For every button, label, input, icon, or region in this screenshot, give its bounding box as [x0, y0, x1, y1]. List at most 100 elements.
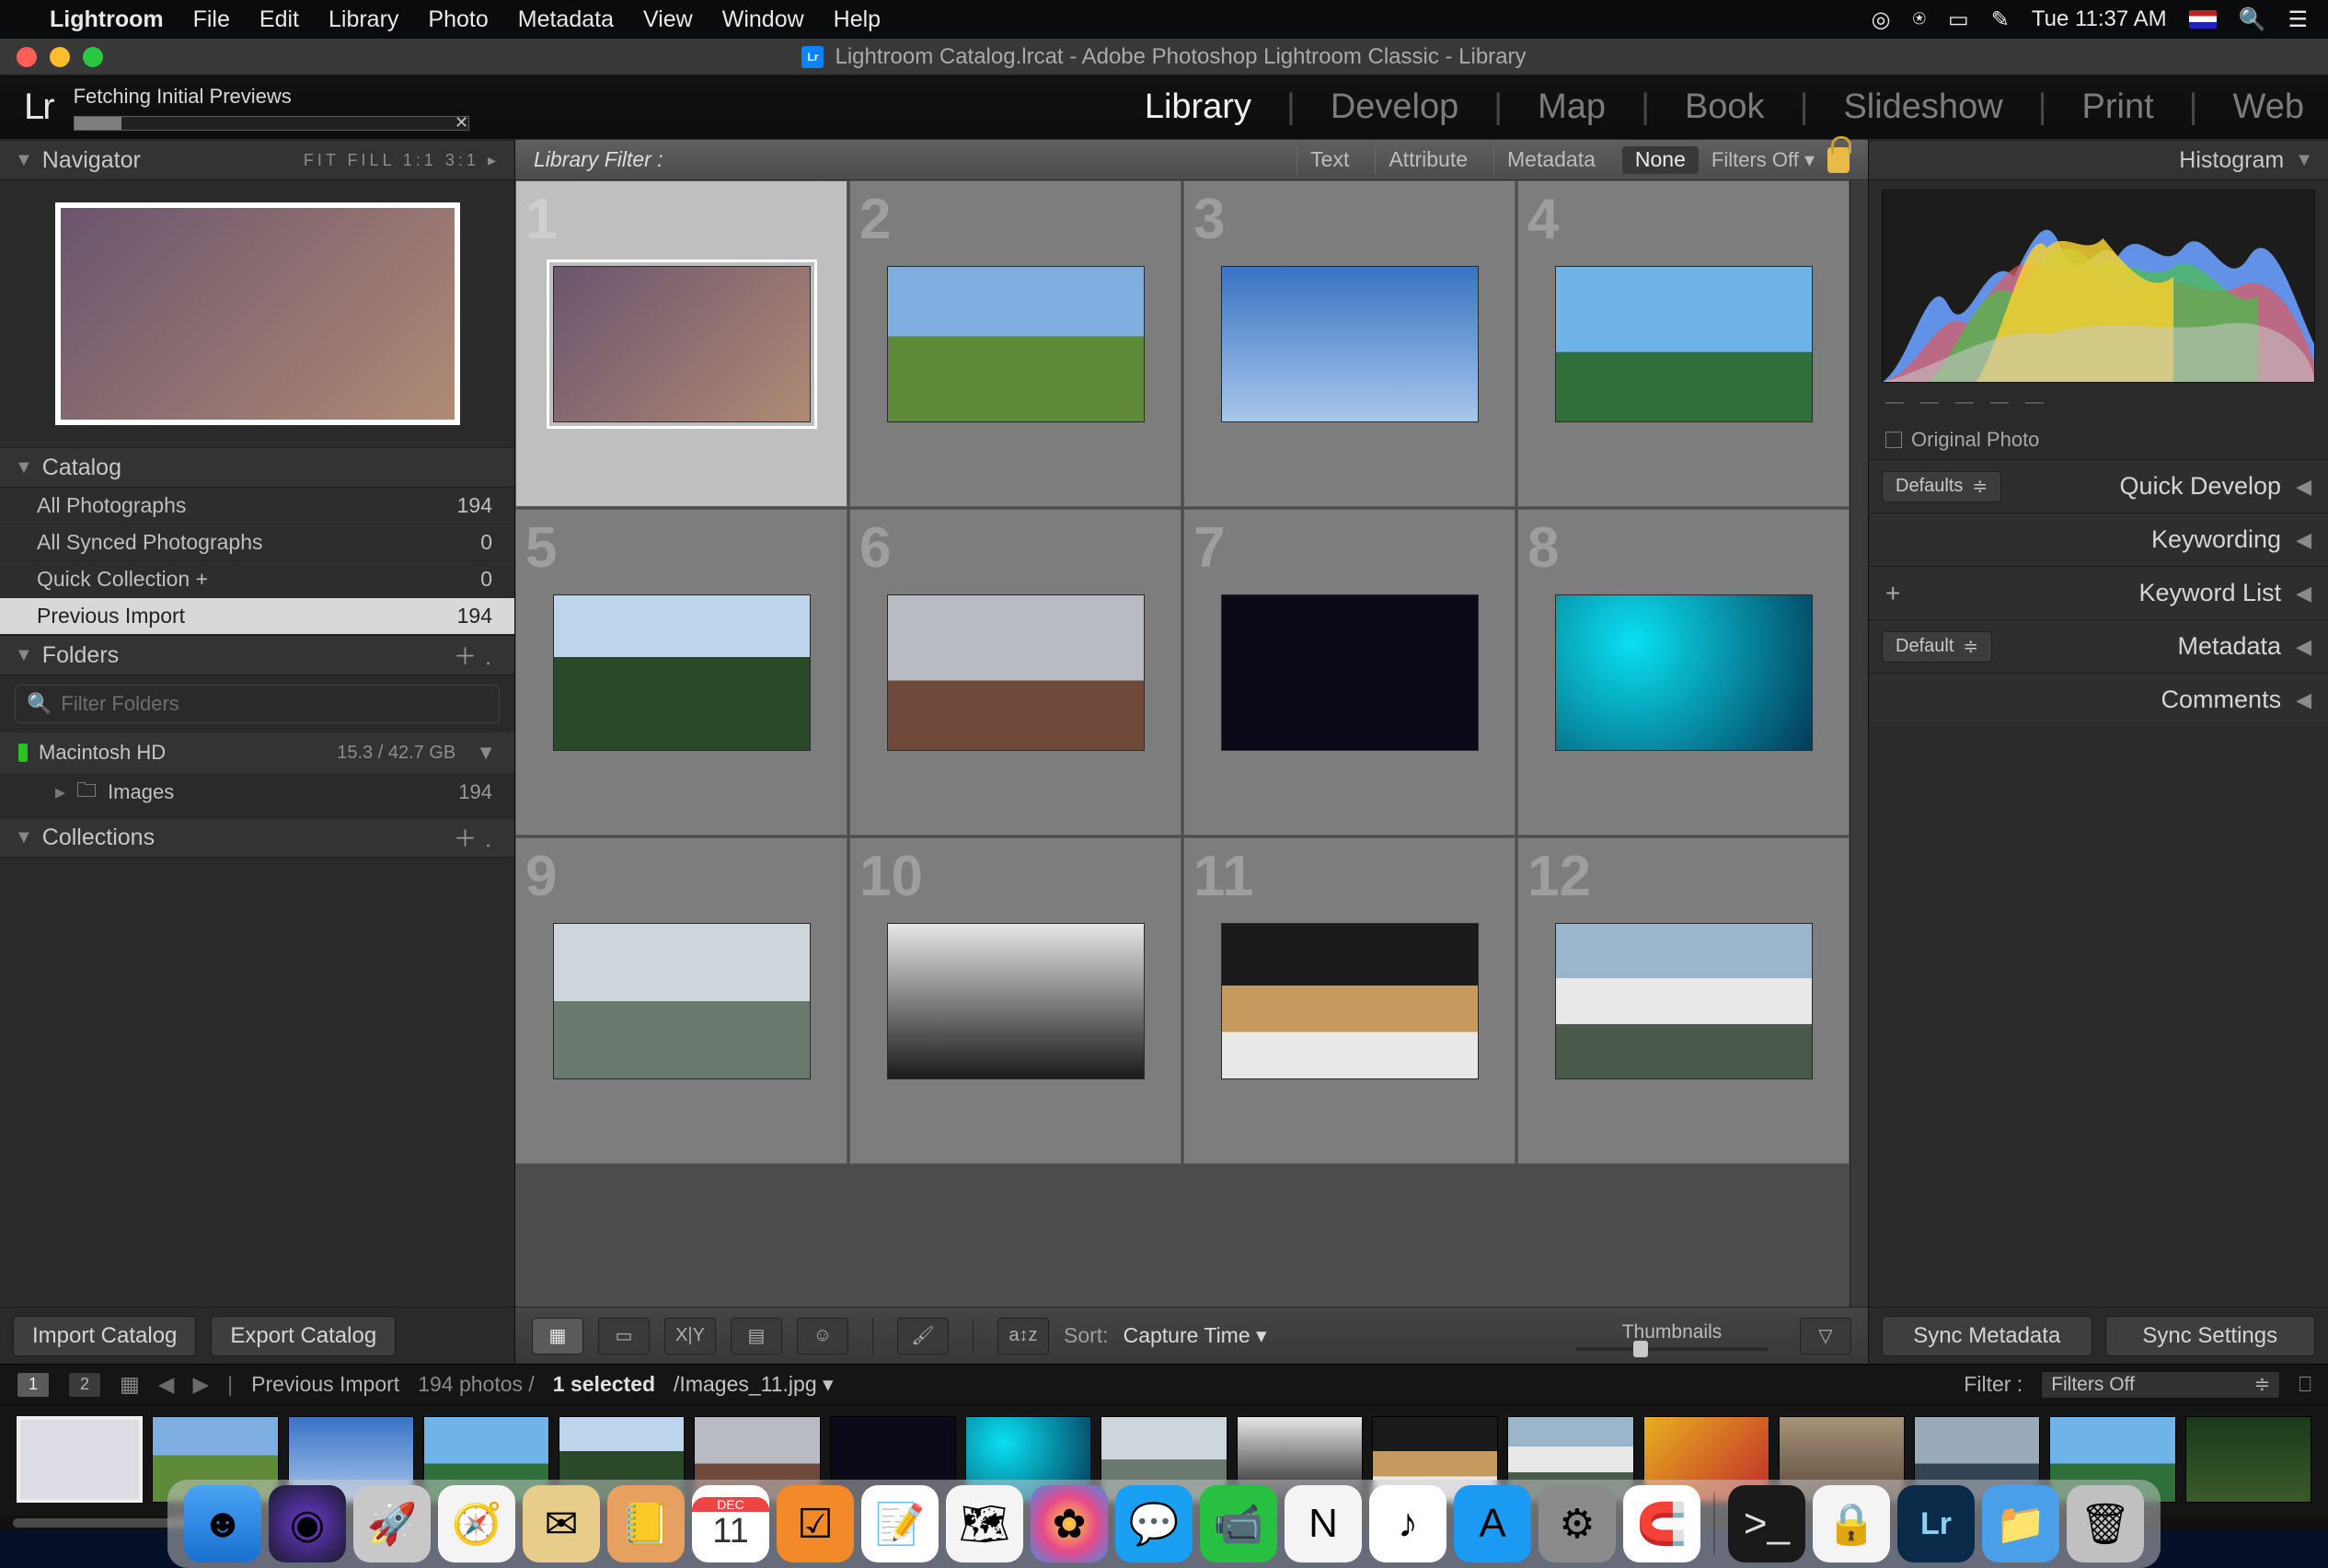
grid-mode-icon[interactable]: ▦: [120, 1372, 140, 1397]
comments-header[interactable]: Comments◀: [1869, 673, 2328, 726]
module-slideshow[interactable]: Slideshow: [1843, 87, 2002, 127]
thumbnail[interactable]: [887, 266, 1145, 422]
monitor-2-button[interactable]: 2: [68, 1372, 101, 1398]
navigator-zoom-options[interactable]: FIT FILL 1:1 3:1 ▸: [304, 151, 500, 170]
menu-library[interactable]: Library: [328, 6, 398, 33]
thumbnail[interactable]: [1221, 594, 1479, 751]
folders-header[interactable]: ▼ Folders ＋﹒: [0, 635, 514, 675]
dock-facetime-icon[interactable]: 📹: [1200, 1485, 1277, 1562]
dock-messages-icon[interactable]: 💬: [1115, 1485, 1193, 1562]
dock-trash-icon[interactable]: 🗑: [2067, 1485, 2144, 1562]
breadcrumb-filename[interactable]: /Images_11.jpg ▾: [674, 1372, 834, 1397]
thumbnail[interactable]: [1221, 266, 1479, 422]
dock-calendar-icon[interactable]: DEC 11: [692, 1485, 769, 1562]
grid-cell[interactable]: 9: [515, 837, 847, 1164]
add-keyword-icon[interactable]: +: [1885, 579, 1900, 608]
navigator-preview[interactable]: [55, 202, 460, 425]
grid-cell[interactable]: 2: [849, 180, 1181, 507]
module-develop[interactable]: Develop: [1331, 87, 1458, 127]
menu-view[interactable]: View: [643, 6, 693, 33]
thumbnail[interactable]: [1221, 923, 1479, 1079]
dock-downloads-icon[interactable]: 📁: [1982, 1485, 2059, 1562]
dock-photos-icon[interactable]: ✿: [1031, 1485, 1108, 1562]
menu-edit[interactable]: Edit: [259, 6, 299, 33]
nav-back-icon[interactable]: ◀: [158, 1372, 175, 1397]
thumbnail[interactable]: [553, 923, 811, 1079]
sync-metadata-button[interactable]: Sync Metadata: [1882, 1316, 2092, 1356]
grid-cell[interactable]: 8: [1517, 509, 1850, 836]
grid-view[interactable]: 1 2 3 4 5 6 7 8 9 10 11 12: [515, 180, 1850, 1307]
menu-help[interactable]: Help: [834, 6, 881, 33]
filter-lock-icon[interactable]: [1827, 147, 1850, 173]
catalog-row-all[interactable]: All Photographs 194: [0, 488, 514, 525]
thumbnail[interactable]: [887, 594, 1145, 751]
grid-scrollbar[interactable]: [1850, 180, 1868, 1307]
histogram-display[interactable]: [1882, 190, 2315, 383]
keyword-list-header[interactable]: + Keyword List◀: [1869, 566, 2328, 619]
add-collection-icon[interactable]: ＋﹒: [454, 821, 500, 854]
quick-develop-header[interactable]: Defaults≑ Quick Develop◀: [1869, 459, 2328, 513]
dock-maps-icon[interactable]: 🗺: [946, 1485, 1023, 1562]
status-icon[interactable]: ⍟: [1913, 6, 1926, 32]
sync-settings-button[interactable]: Sync Settings: [2105, 1316, 2316, 1356]
filter-none[interactable]: None: [1621, 146, 1699, 174]
sort-dropdown[interactable]: Capture Time ▾: [1124, 1323, 1267, 1348]
app-menu[interactable]: Lightroom: [50, 6, 164, 33]
menu-file[interactable]: File: [193, 6, 230, 33]
filmstrip-thumb[interactable]: [17, 1416, 143, 1503]
breadcrumb-source[interactable]: Previous Import: [251, 1372, 399, 1397]
tablet-icon[interactable]: ✎: [1991, 6, 2010, 33]
view-loupe-button[interactable]: ▭: [598, 1318, 650, 1355]
window-close-button[interactable]: [17, 47, 37, 67]
dock-finder-icon[interactable]: ☻: [184, 1485, 261, 1562]
grid-cell[interactable]: 6: [849, 509, 1181, 836]
dock-itunes-icon[interactable]: ♪: [1369, 1485, 1446, 1562]
dock-1password-icon[interactable]: 🔒: [1813, 1485, 1890, 1562]
grid-cell[interactable]: 1: [515, 180, 847, 507]
filmstrip-filter-lock-icon[interactable]: ⎕: [2299, 1372, 2311, 1397]
metadata-preset-dropdown[interactable]: Default≑: [1882, 631, 1992, 663]
toolbar-options-button[interactable]: ▽: [1800, 1318, 1851, 1355]
filmstrip-thumb[interactable]: [2185, 1416, 2311, 1503]
collections-header[interactable]: ▼ Collections ＋﹒: [0, 817, 514, 858]
view-compare-button[interactable]: X|Y: [664, 1318, 716, 1355]
catalog-row-quick[interactable]: Quick Collection + 0: [0, 561, 514, 598]
filter-attribute[interactable]: Attribute: [1375, 146, 1481, 174]
module-map[interactable]: Map: [1538, 87, 1606, 127]
dock-magnet-icon[interactable]: 🧲: [1623, 1485, 1700, 1562]
grid-cell[interactable]: 3: [1183, 180, 1516, 507]
dock-terminal-icon[interactable]: >_: [1728, 1485, 1805, 1562]
menu-photo[interactable]: Photo: [428, 6, 488, 33]
menubar-clock[interactable]: Tue 11:37 AM: [2032, 6, 2167, 32]
export-catalog-button[interactable]: Export Catalog: [211, 1316, 396, 1356]
filter-text[interactable]: Text: [1297, 146, 1362, 174]
airplay-icon[interactable]: ▭: [1948, 6, 1969, 33]
module-book[interactable]: Book: [1685, 87, 1765, 127]
grid-cell[interactable]: 4: [1517, 180, 1850, 507]
window-maximize-button[interactable]: [83, 47, 103, 67]
grid-cell[interactable]: 12: [1517, 837, 1850, 1164]
thumbnail[interactable]: [1555, 594, 1813, 751]
thumbnail[interactable]: [1555, 923, 1813, 1079]
navigator-header[interactable]: ▼ Navigator FIT FILL 1:1 3:1 ▸: [0, 140, 514, 180]
dock-contacts-icon[interactable]: 📒: [607, 1485, 685, 1562]
dock-appstore-icon[interactable]: A: [1454, 1485, 1531, 1562]
input-source-icon[interactable]: [2189, 10, 2217, 29]
grid-cell[interactable]: 10: [849, 837, 1181, 1164]
dock-siri-icon[interactable]: ◉: [269, 1485, 346, 1562]
dock-launchpad-icon[interactable]: 🚀: [353, 1485, 431, 1562]
original-photo-checkbox[interactable]: Original Photo: [1869, 421, 2328, 459]
monitor-1-button[interactable]: 1: [17, 1372, 50, 1398]
keywording-header[interactable]: Keywording◀: [1869, 513, 2328, 566]
menu-window[interactable]: Window: [722, 6, 804, 33]
filter-metadata[interactable]: Metadata: [1493, 146, 1608, 174]
view-people-button[interactable]: ☺: [797, 1318, 848, 1355]
nav-forward-icon[interactable]: ▶: [192, 1372, 209, 1397]
spotlight-icon[interactable]: 🔍: [2239, 6, 2266, 33]
dock-mail-icon[interactable]: ✉: [523, 1485, 600, 1562]
menu-extras-icon[interactable]: ☰: [2288, 6, 2308, 33]
dock-settings-icon[interactable]: ⚙: [1539, 1485, 1616, 1562]
thumbnail[interactable]: [887, 923, 1145, 1079]
dock-notes-icon[interactable]: 📝: [861, 1485, 939, 1562]
menu-metadata[interactable]: Metadata: [518, 6, 614, 33]
